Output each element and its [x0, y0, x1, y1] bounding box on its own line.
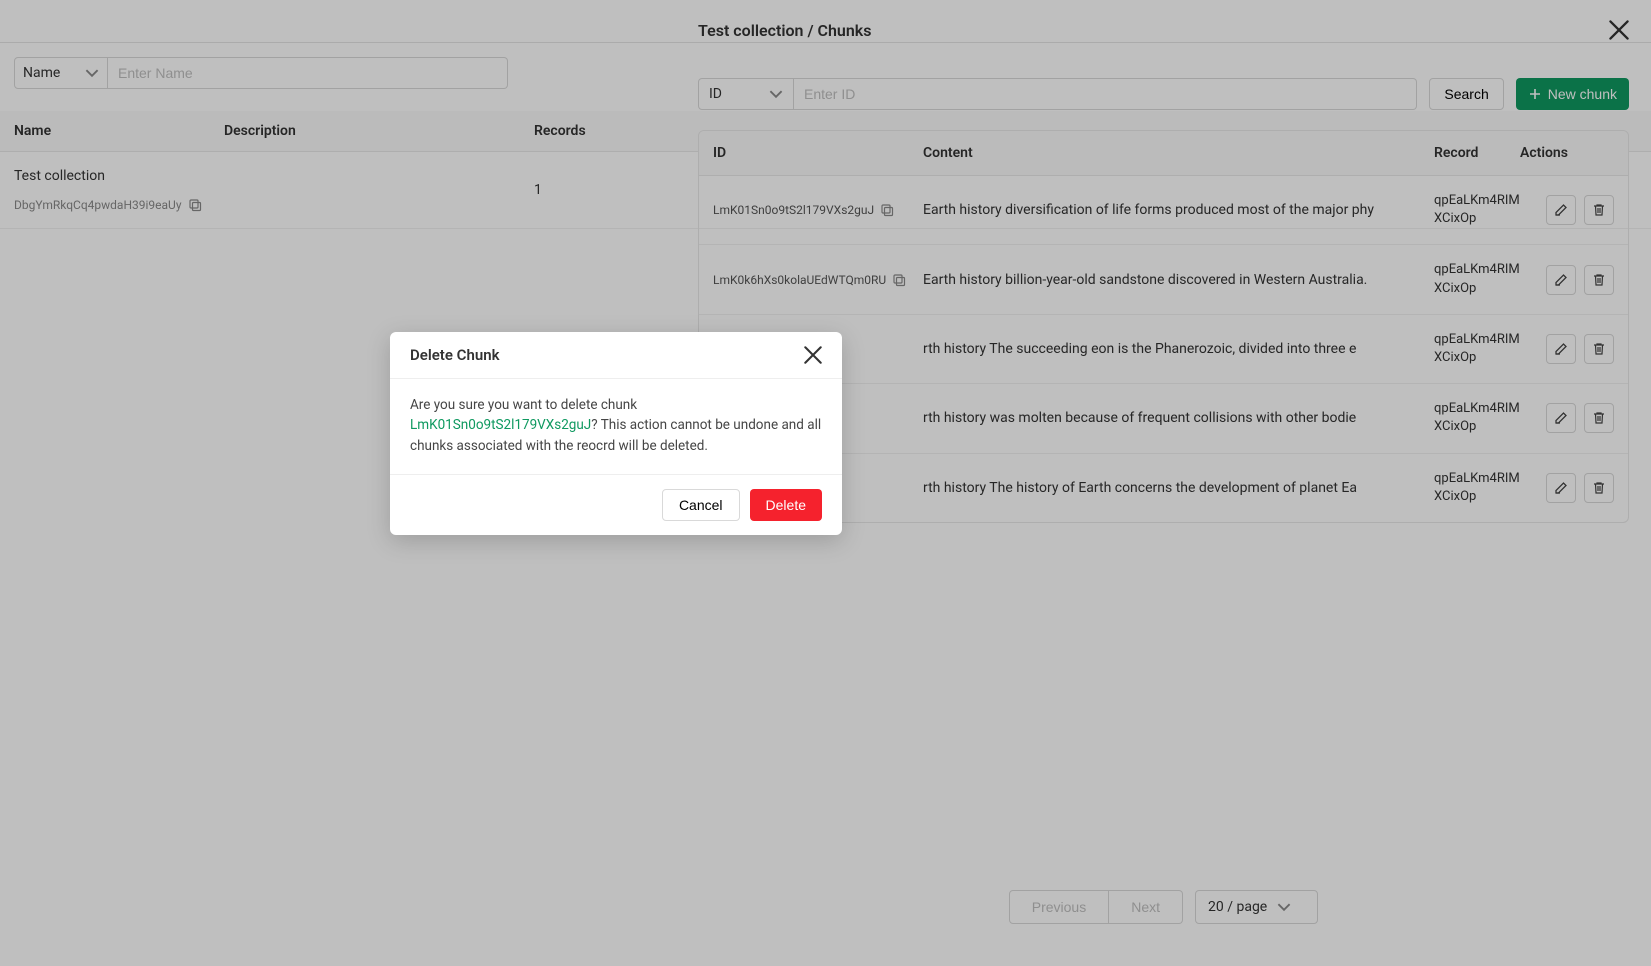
modal-body-text: Are you sure you want to delete chunk Lm…: [390, 379, 842, 475]
delete-chunk-modal: Delete Chunk Are you sure you want to de…: [390, 332, 842, 535]
close-icon[interactable]: [804, 346, 822, 364]
modal-title: Delete Chunk: [410, 346, 500, 364]
cancel-button[interactable]: Cancel: [662, 489, 740, 521]
modal-chunk-id: LmK01Sn0o9tS2l179VXs2guJ: [410, 417, 591, 433]
delete-button[interactable]: Delete: [750, 489, 822, 521]
